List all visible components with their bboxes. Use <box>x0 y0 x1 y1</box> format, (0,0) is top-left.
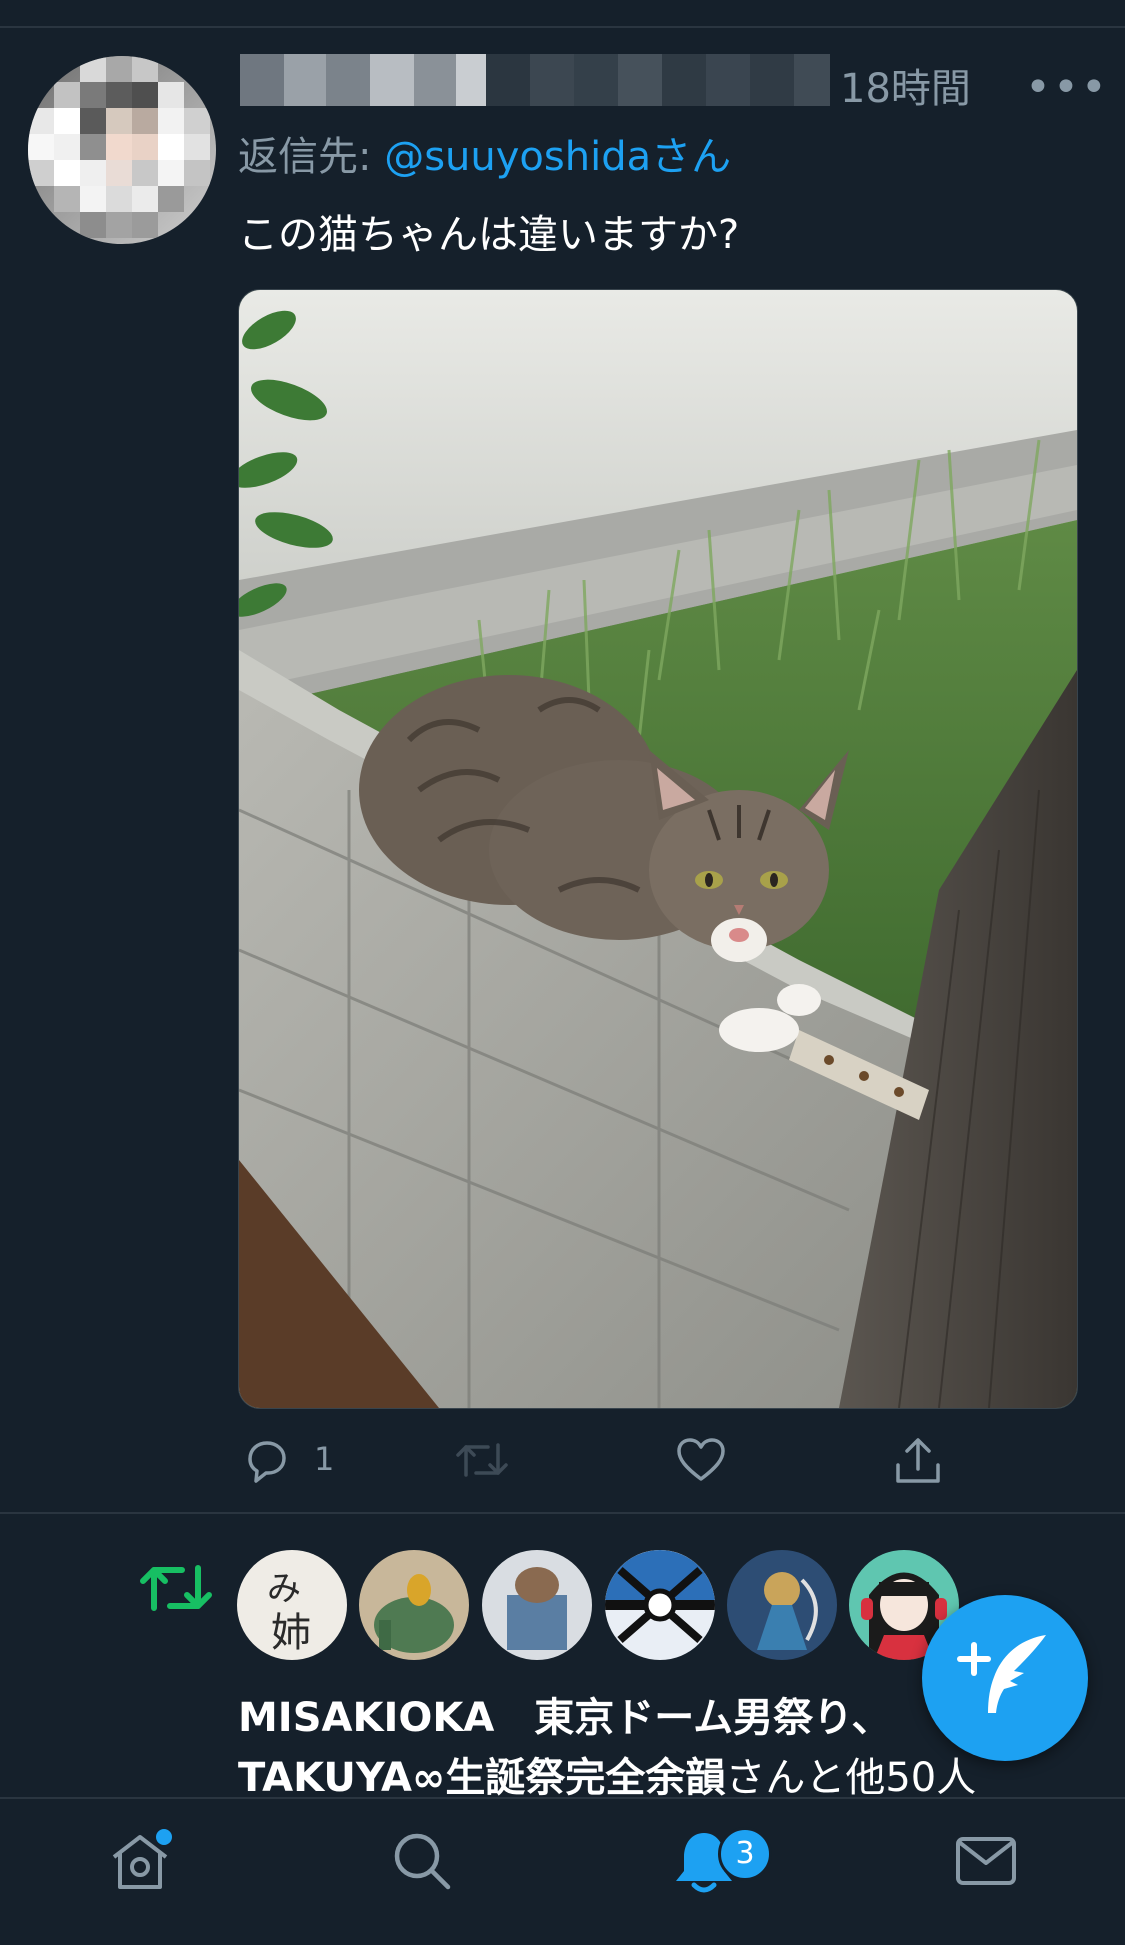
reply-to-line: 返信先: @suuyoshidaさん <box>238 124 731 182</box>
cat-photo-illustration <box>239 290 1077 1408</box>
nav-messages[interactable] <box>954 1829 1018 1897</box>
bottom-nav: 3 <box>0 1797 1125 1945</box>
top-divider <box>0 26 1125 28</box>
more-options-icon[interactable]: ••• <box>1025 62 1109 113</box>
retweeter-avatars: み 姉 <box>237 1550 997 1662</box>
tweet-photo[interactable] <box>238 289 1078 1409</box>
share-icon[interactable] <box>892 1435 944 1491</box>
divider <box>0 1512 1125 1514</box>
retweet-icon[interactable] <box>454 1435 510 1491</box>
retweeter-avatar[interactable] <box>727 1550 837 1660</box>
retweeter-avatar[interactable] <box>605 1550 715 1660</box>
tweet-timestamp: 18時間 <box>840 66 971 112</box>
reply-to-handle-link[interactable]: @suuyoshidaさん <box>384 134 731 180</box>
reply-to-label: 返信先: <box>238 134 385 180</box>
reply-count: 1 <box>314 1440 335 1478</box>
avatar[interactable] <box>28 56 216 244</box>
compose-icon <box>957 1635 1046 1713</box>
like-icon[interactable] <box>675 1435 727 1491</box>
retweeter-others: さんと他50人 <box>725 1755 977 1801</box>
nav-search[interactable] <box>390 1829 454 1897</box>
tweet-text: この猫ちゃんは違いますか? <box>238 212 740 258</box>
display-name-blurred[interactable] <box>240 54 830 106</box>
compose-tweet-button[interactable] <box>922 1595 1088 1761</box>
svg-text:み: み <box>267 1569 301 1609</box>
notifications-badge: 3 <box>718 1827 772 1881</box>
retweeter-avatar[interactable]: み 姉 <box>237 1550 347 1660</box>
svg-text:姉: 姉 <box>271 1610 311 1656</box>
retweeter-avatar[interactable] <box>482 1550 592 1660</box>
search-icon <box>394 1833 451 1890</box>
retweet-notification-icon <box>138 1556 214 1624</box>
retweeter-avatar[interactable] <box>359 1550 469 1660</box>
home-new-dot <box>156 1829 172 1845</box>
reply-icon[interactable] <box>240 1435 290 1491</box>
mail-icon <box>956 1837 1016 1885</box>
